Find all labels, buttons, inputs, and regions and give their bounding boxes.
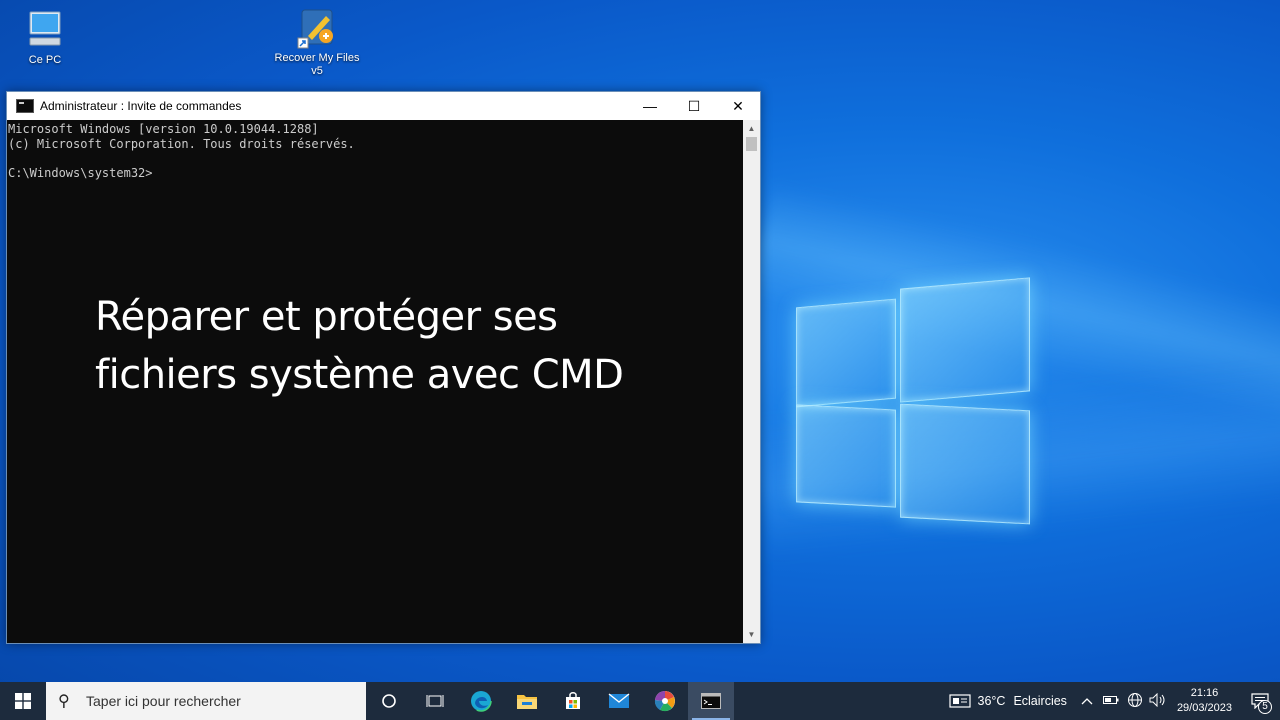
taskbar-search-box[interactable]: ⚲ Taper ici pour rechercher	[46, 682, 366, 720]
cortana-button[interactable]	[366, 682, 412, 720]
network-button[interactable]	[1127, 692, 1143, 711]
scroll-up-icon[interactable]: ▲	[743, 120, 760, 137]
system-tray: 36°C Eclaircies 21:16 29/03/2023 5	[948, 682, 1280, 720]
window-titlebar[interactable]: Administrateur : Invite de commandes — ☐…	[7, 92, 760, 120]
task-view-button[interactable]	[412, 682, 458, 720]
notifications-button[interactable]: 5	[1240, 682, 1280, 720]
computer-icon	[24, 8, 66, 50]
cmd-app-icon	[16, 99, 34, 113]
scroll-thumb[interactable]	[746, 137, 757, 151]
edge-icon	[470, 690, 492, 712]
volume-button[interactable]	[1149, 692, 1167, 710]
cmd-icon	[701, 693, 721, 709]
overlay-heading: Réparer et protéger ses fichiers système…	[95, 288, 624, 404]
chevron-up-icon	[1081, 698, 1093, 705]
desktop-icon-label: Recover My Files v5	[274, 52, 360, 77]
clock-button[interactable]: 21:16 29/03/2023	[1177, 686, 1232, 716]
close-button[interactable]: ✕	[716, 92, 760, 120]
search-placeholder: Taper ici pour rechercher	[86, 693, 241, 709]
close-icon: ✕	[732, 97, 744, 114]
console-prompt: C:\Windows\system32>	[8, 166, 153, 181]
show-hidden-icons-button[interactable]	[1081, 694, 1093, 708]
overlay-line-2: fichiers système avec CMD	[95, 352, 624, 398]
window-title: Administrateur : Invite de commandes	[40, 99, 242, 113]
recover-my-files-icon	[296, 6, 338, 49]
store-icon	[566, 692, 580, 709]
photos-icon	[654, 690, 675, 712]
clock-date: 29/03/2023	[1176, 702, 1232, 714]
speaker-icon	[1149, 692, 1165, 707]
photos-button[interactable]	[642, 682, 688, 720]
task-view-icon	[426, 695, 444, 707]
store-button[interactable]	[550, 682, 596, 720]
file-explorer-icon	[517, 695, 537, 709]
notification-count-badge: 5	[1258, 700, 1272, 714]
weather-widget[interactable]: 36°C Eclaircies	[948, 693, 1081, 709]
maximize-button[interactable]: ☐	[672, 92, 716, 120]
vertical-scrollbar[interactable]: ▲ ▼	[743, 120, 760, 643]
minimize-icon: —	[643, 98, 657, 114]
weather-condition: Eclaircies	[1013, 694, 1067, 708]
mail-icon	[608, 693, 630, 708]
start-button[interactable]	[0, 682, 46, 720]
globe-network-icon	[1127, 692, 1142, 707]
file-explorer-button[interactable]	[504, 682, 550, 720]
battery-icon	[1102, 696, 1119, 704]
overlay-line-1: Réparer et protéger ses	[95, 294, 558, 340]
weather-temperature: 36°C	[977, 694, 1006, 708]
console-line: (c) Microsoft Corporation. Tous droits r…	[8, 136, 355, 151]
console-line: Microsoft Windows [version 10.0.19044.12…	[8, 122, 319, 136]
windows-logo-wallpaper	[796, 277, 1030, 525]
battery-button[interactable]	[1102, 694, 1119, 708]
minimize-button[interactable]: —	[628, 92, 672, 120]
clock-time: 21:16	[1190, 687, 1219, 699]
cortana-icon	[382, 694, 396, 708]
weather-news-icon	[948, 694, 971, 708]
taskbar: ⚲ Taper ici pour rechercher 36°C Eclairc…	[0, 682, 1280, 720]
desktop-icon-recover-my-files[interactable]: Recover My Files v5	[272, 6, 362, 78]
cmd-taskbar-button[interactable]	[688, 682, 734, 720]
maximize-icon: ☐	[687, 97, 701, 114]
desktop-icon-this-pc[interactable]: Ce PC	[0, 8, 90, 67]
edge-button[interactable]	[458, 682, 504, 720]
mail-button[interactable]	[596, 682, 642, 720]
search-icon: ⚲	[58, 693, 70, 710]
desktop-icon-label: Ce PC	[28, 54, 62, 66]
scroll-down-icon[interactable]: ▼	[743, 626, 760, 643]
windows-start-icon	[15, 693, 31, 709]
